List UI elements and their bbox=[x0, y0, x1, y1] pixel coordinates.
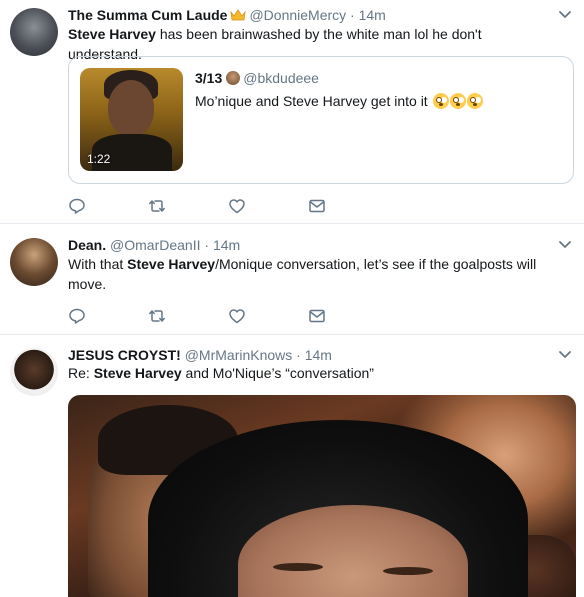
quoted-handle: @bkdudeee bbox=[243, 70, 319, 86]
display-name[interactable]: Dean. bbox=[68, 237, 106, 253]
avatar[interactable] bbox=[10, 8, 58, 56]
reply-button[interactable] bbox=[68, 197, 148, 215]
tweet-header: Dean. @OmarDeanII · 14m bbox=[68, 236, 240, 254]
quoted-tweet[interactable]: 1:22 3/13 @bkdudeee Mo’nique and Steve Ha… bbox=[68, 56, 574, 184]
timestamp[interactable]: 14m bbox=[305, 347, 332, 363]
reply-button[interactable] bbox=[68, 307, 148, 325]
highlight-keyword: Steve Harvey bbox=[93, 365, 182, 381]
highlight-keyword: Steve Harvey bbox=[68, 26, 156, 42]
tweet-header: JESUS CROYST! @MrMarinKnows · 14m bbox=[68, 346, 332, 364]
tweet-actions bbox=[68, 307, 388, 325]
chevron-down-icon[interactable] bbox=[558, 240, 572, 250]
envelope-icon bbox=[309, 309, 325, 323]
video-duration: 1:22 bbox=[87, 152, 111, 166]
chevron-down-icon[interactable] bbox=[558, 10, 572, 20]
like-button[interactable] bbox=[228, 197, 308, 215]
quoted-tweet-text: Mo’nique and Steve Harvey get into it bbox=[195, 91, 483, 111]
tweet[interactable]: JESUS CROYST! @MrMarinKnows · 14m Re: St… bbox=[0, 335, 584, 597]
crown-icon bbox=[230, 9, 247, 21]
quoted-text: Mo’nique and Steve Harvey get into it bbox=[195, 93, 432, 109]
retweet-icon bbox=[149, 310, 165, 322]
media-woman-brows bbox=[273, 563, 323, 571]
flushed-face-icon bbox=[432, 93, 449, 109]
display-name[interactable]: The Summa Cum Laude bbox=[68, 7, 227, 23]
avatar[interactable] bbox=[10, 238, 58, 286]
retweet-button[interactable] bbox=[148, 197, 228, 215]
tweet-actions bbox=[68, 197, 388, 215]
tweet-feed: The Summa Cum Laude @DonnieMercy · 14m St… bbox=[0, 0, 584, 597]
reply-icon bbox=[69, 198, 85, 214]
reply-icon bbox=[69, 308, 85, 324]
handle[interactable]: @DonnieMercy bbox=[249, 7, 346, 23]
tweet[interactable]: The Summa Cum Laude @DonnieMercy · 14m St… bbox=[0, 0, 584, 224]
quoted-display-name: 3/13 bbox=[195, 70, 223, 86]
quoted-avatar bbox=[226, 71, 241, 85]
separator: · bbox=[296, 347, 301, 363]
timestamp[interactable]: 14m bbox=[359, 7, 386, 23]
tweet-text: Re: Steve Harvey and Mo'Nique’s “convers… bbox=[68, 363, 550, 383]
separator: · bbox=[204, 237, 210, 253]
tweet-media-image[interactable] bbox=[68, 395, 576, 597]
handle[interactable]: @MrMarinKnows bbox=[185, 347, 293, 363]
tweet-text: With that Steve Harvey/Monique conversat… bbox=[68, 254, 550, 294]
quoted-tweet-header: 3/13 @bkdudeee bbox=[195, 69, 319, 87]
heart-icon bbox=[229, 199, 245, 214]
thumbnail-face bbox=[108, 80, 154, 136]
retweet-icon bbox=[149, 200, 165, 212]
avatar[interactable] bbox=[10, 348, 58, 396]
highlight-keyword: Steve Harvey bbox=[127, 256, 216, 272]
dm-button[interactable] bbox=[308, 197, 388, 215]
tweet-text-post: and Mo'Nique’s “conversation” bbox=[181, 365, 374, 381]
video-thumbnail[interactable]: 1:22 bbox=[80, 68, 183, 171]
envelope-icon bbox=[309, 199, 325, 213]
dm-button[interactable] bbox=[308, 307, 388, 325]
tweet-text-pre: Re: bbox=[68, 365, 94, 381]
chevron-down-icon[interactable] bbox=[558, 350, 572, 360]
tweet-header: The Summa Cum Laude @DonnieMercy · 14m bbox=[68, 6, 386, 24]
tweet[interactable]: Dean. @OmarDeanII · 14m With that Steve … bbox=[0, 224, 584, 335]
timestamp[interactable]: 14m bbox=[213, 237, 240, 253]
tweet-text-pre: With that bbox=[68, 256, 128, 272]
handle[interactable]: @OmarDeanII bbox=[110, 237, 200, 253]
flushed-face-icon bbox=[466, 93, 483, 109]
like-button[interactable] bbox=[228, 307, 308, 325]
flushed-face-icon bbox=[449, 93, 466, 109]
retweet-button[interactable] bbox=[148, 307, 228, 325]
display-name[interactable]: JESUS CROYST! bbox=[68, 347, 181, 363]
separator: · bbox=[350, 7, 355, 23]
heart-icon bbox=[229, 309, 245, 324]
